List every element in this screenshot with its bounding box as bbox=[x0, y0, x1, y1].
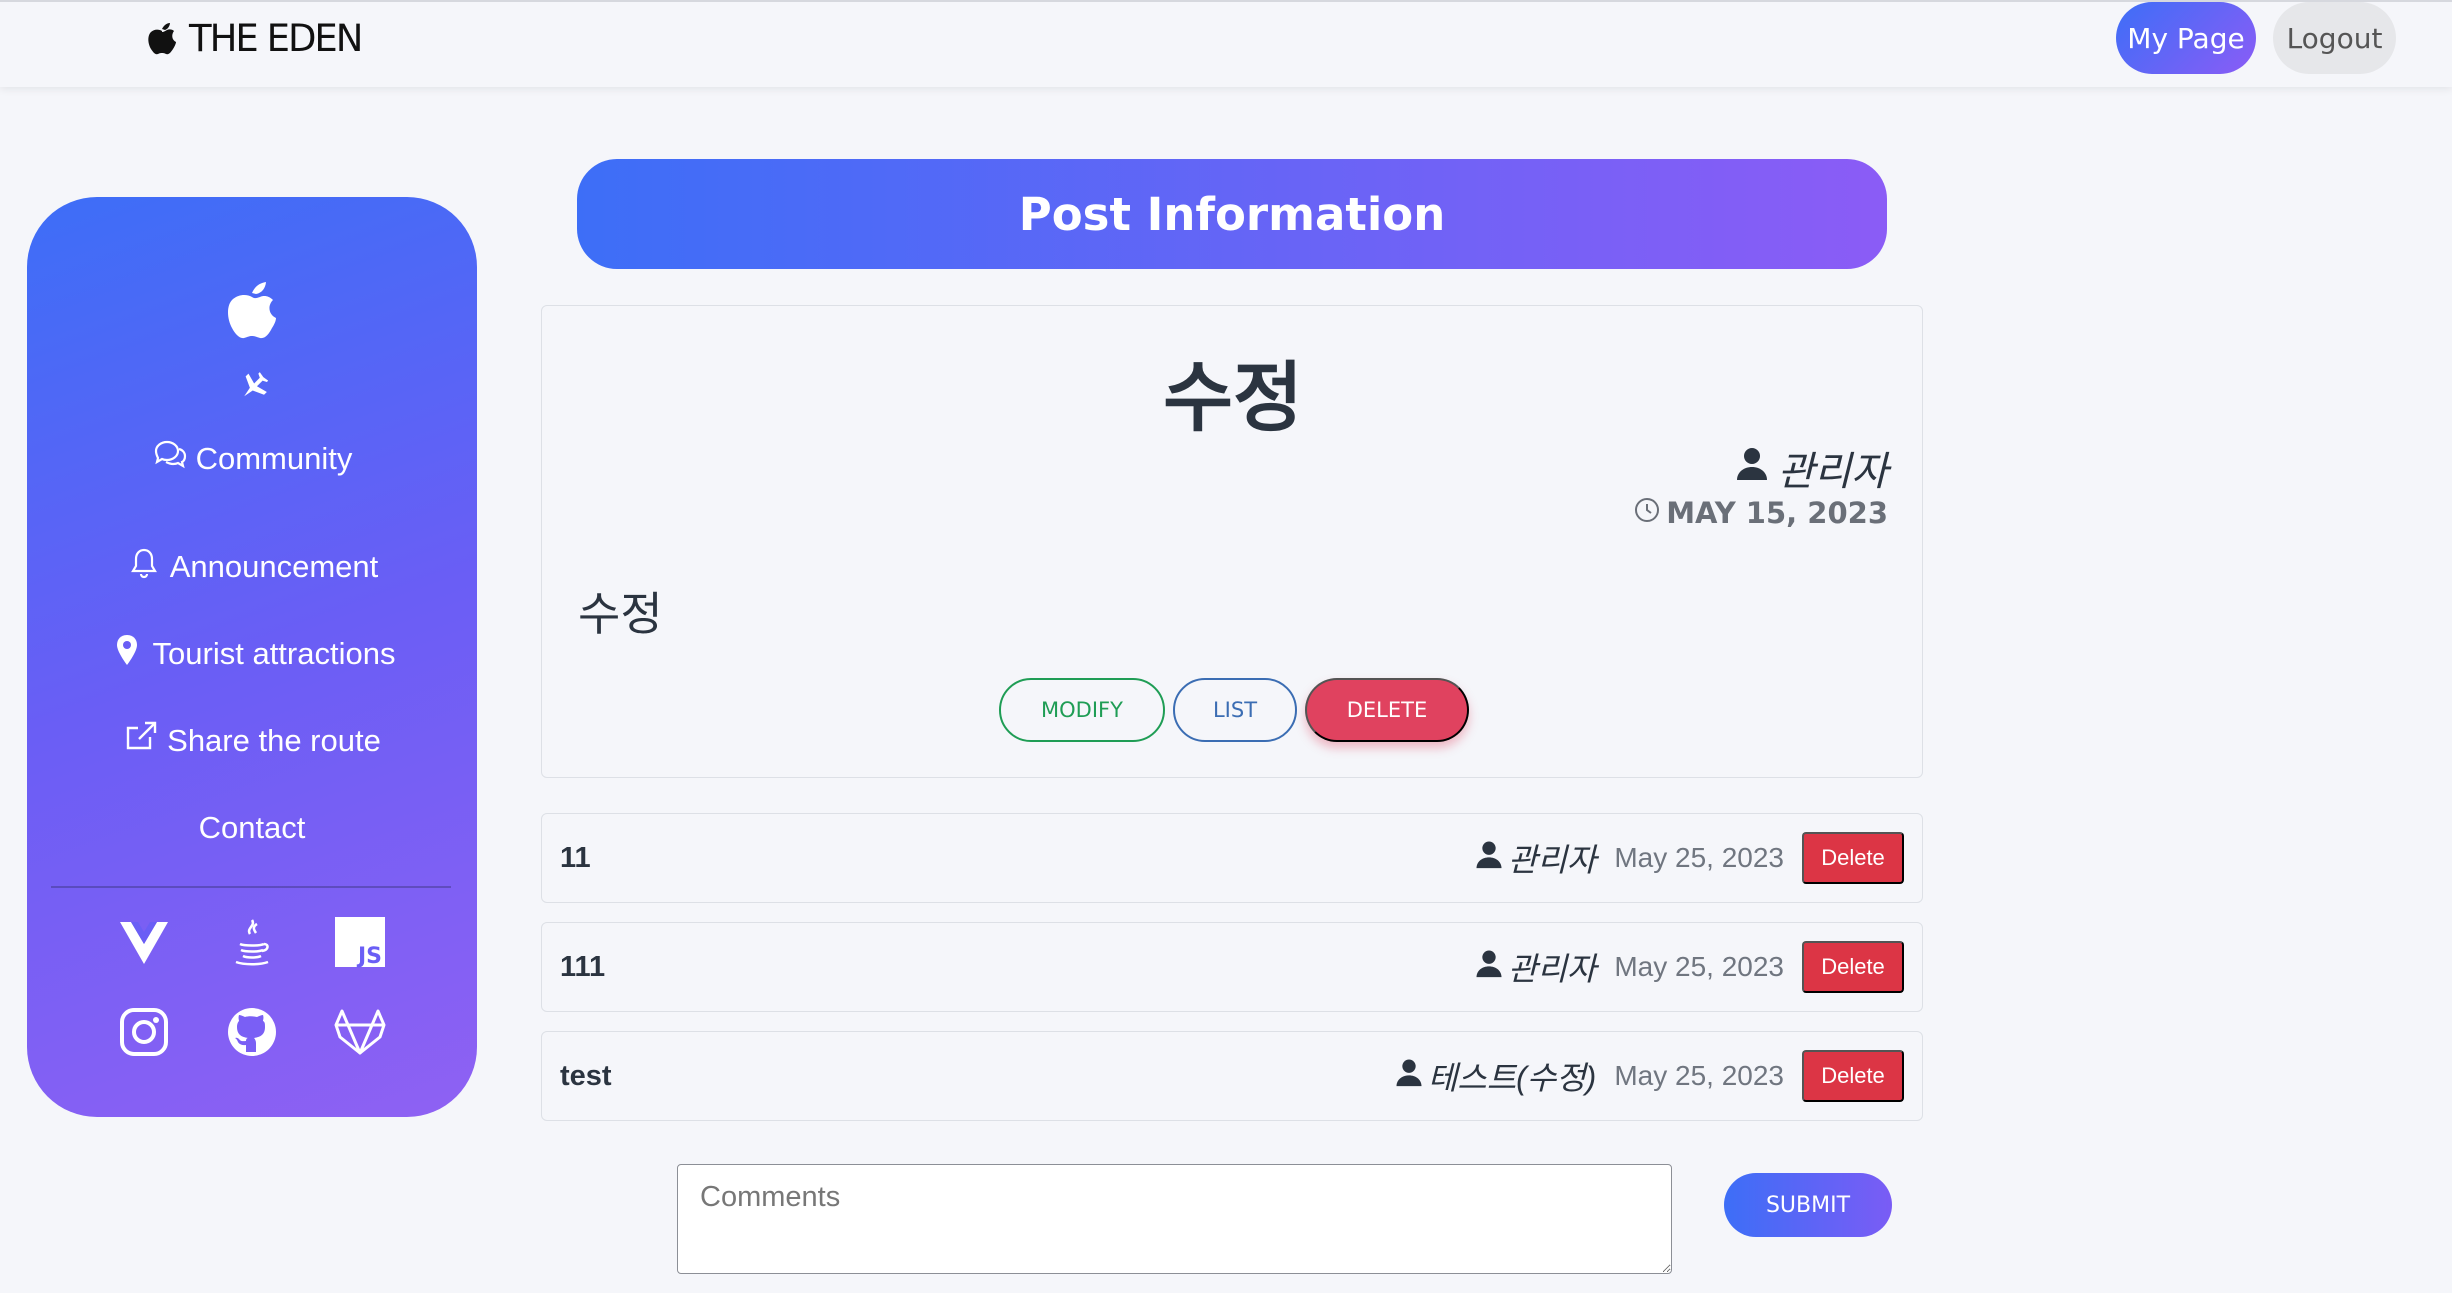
user-icon bbox=[1474, 948, 1504, 986]
logout-button[interactable]: Logout bbox=[2273, 2, 2396, 74]
gitlab-icon[interactable] bbox=[332, 1004, 388, 1060]
sidebar-item-tourist-attractions[interactable]: Tourist attractions bbox=[27, 610, 477, 697]
map-pin-icon bbox=[109, 632, 145, 676]
apple-logo-icon[interactable] bbox=[222, 279, 282, 343]
js-badge-text: JS bbox=[356, 944, 382, 968]
bell-icon bbox=[126, 545, 162, 589]
comment-input[interactable] bbox=[677, 1164, 1672, 1274]
sidebar-item-label: Tourist attractions bbox=[152, 635, 396, 671]
plane-icon[interactable] bbox=[236, 371, 269, 403]
post-date-text: MAY 15, 2023 bbox=[1666, 496, 1888, 530]
page-title: Post Information bbox=[577, 159, 1887, 269]
github-icon[interactable] bbox=[224, 1004, 280, 1060]
comment-date: May 25, 2023 bbox=[1614, 1060, 1784, 1091]
delete-comment-button[interactable]: Delete bbox=[1802, 941, 1904, 993]
comment-date: May 25, 2023 bbox=[1614, 951, 1784, 982]
user-icon bbox=[1394, 1057, 1424, 1095]
top-navbar: THE EDEN My Page Logout bbox=[0, 0, 2452, 87]
sidebar-item-label: Community bbox=[195, 441, 353, 476]
comment-author: 관리자 bbox=[1474, 944, 1596, 990]
my-page-button[interactable]: My Page bbox=[2116, 2, 2256, 74]
social-icons: JS bbox=[27, 909, 477, 1089]
delete-comment-button[interactable]: Delete bbox=[1802, 1050, 1904, 1102]
comment-author-name: 관리자 bbox=[1508, 842, 1597, 878]
comment-author: 관리자 bbox=[1474, 835, 1596, 881]
sidebar-item-share-route[interactable]: Share the route bbox=[27, 697, 477, 784]
comment-author-name: 관리자 bbox=[1508, 951, 1597, 987]
modify-button[interactable]: MODIFY bbox=[999, 678, 1165, 742]
comment-text: test bbox=[560, 1060, 612, 1092]
post-date: MAY 15, 2023 bbox=[1634, 496, 1888, 530]
delete-post-button[interactable]: DELETE bbox=[1305, 678, 1469, 742]
sidebar-item-contact[interactable]: Contact bbox=[27, 784, 477, 871]
share-icon bbox=[123, 719, 159, 763]
brand-name: THE EDEN bbox=[189, 16, 363, 60]
post-author: 관리자 bbox=[1734, 439, 1888, 497]
delete-comment-button[interactable]: Delete bbox=[1802, 832, 1904, 884]
comment-author-name: 테스트(수정) bbox=[1427, 1060, 1597, 1096]
comment-item: test 테스트(수정) May 25, 2023 Delete bbox=[541, 1031, 1923, 1121]
apple-icon bbox=[145, 19, 179, 57]
submit-comment-button[interactable]: SUBMIT bbox=[1724, 1173, 1892, 1237]
sidebar-menu: Community Announcement Tourist attractio… bbox=[27, 435, 477, 871]
sidebar-item-announcement[interactable]: Announcement bbox=[27, 523, 477, 610]
chat-icon bbox=[152, 437, 188, 481]
sidebar: Community Announcement Tourist attractio… bbox=[27, 197, 477, 1117]
vue-icon[interactable] bbox=[116, 914, 172, 970]
post-body: 수정 bbox=[578, 587, 663, 641]
sidebar-item-community[interactable]: Community bbox=[27, 435, 477, 483]
user-icon bbox=[1474, 839, 1504, 877]
sidebar-item-label: Share the route bbox=[167, 722, 381, 758]
comment-date: May 25, 2023 bbox=[1614, 842, 1784, 873]
sidebar-item-label: Contact bbox=[198, 809, 306, 845]
comment-item: 111 관리자 May 25, 2023 Delete bbox=[541, 922, 1923, 1012]
clock-icon bbox=[1634, 496, 1660, 530]
comment-author: 테스트(수정) bbox=[1394, 1053, 1597, 1099]
sidebar-divider bbox=[51, 886, 451, 888]
post-author-name: 관리자 bbox=[1777, 450, 1888, 494]
comment-text: 11 bbox=[560, 842, 591, 874]
list-button[interactable]: LIST bbox=[1173, 678, 1297, 742]
comment-text: 111 bbox=[560, 951, 606, 983]
brand-link[interactable]: THE EDEN bbox=[145, 16, 363, 60]
javascript-icon[interactable]: JS bbox=[332, 914, 388, 970]
java-icon[interactable] bbox=[224, 914, 280, 970]
comment-item: 11 관리자 May 25, 2023 Delete bbox=[541, 813, 1923, 903]
post-title: 수정 bbox=[1163, 353, 1303, 442]
post-card: 수정 관리자 MAY 15, 2023 수정 MODIFY LIST DELET… bbox=[541, 305, 1923, 778]
instagram-icon[interactable] bbox=[116, 1004, 172, 1060]
user-icon bbox=[1734, 445, 1770, 491]
sidebar-item-label: Announcement bbox=[169, 548, 379, 584]
